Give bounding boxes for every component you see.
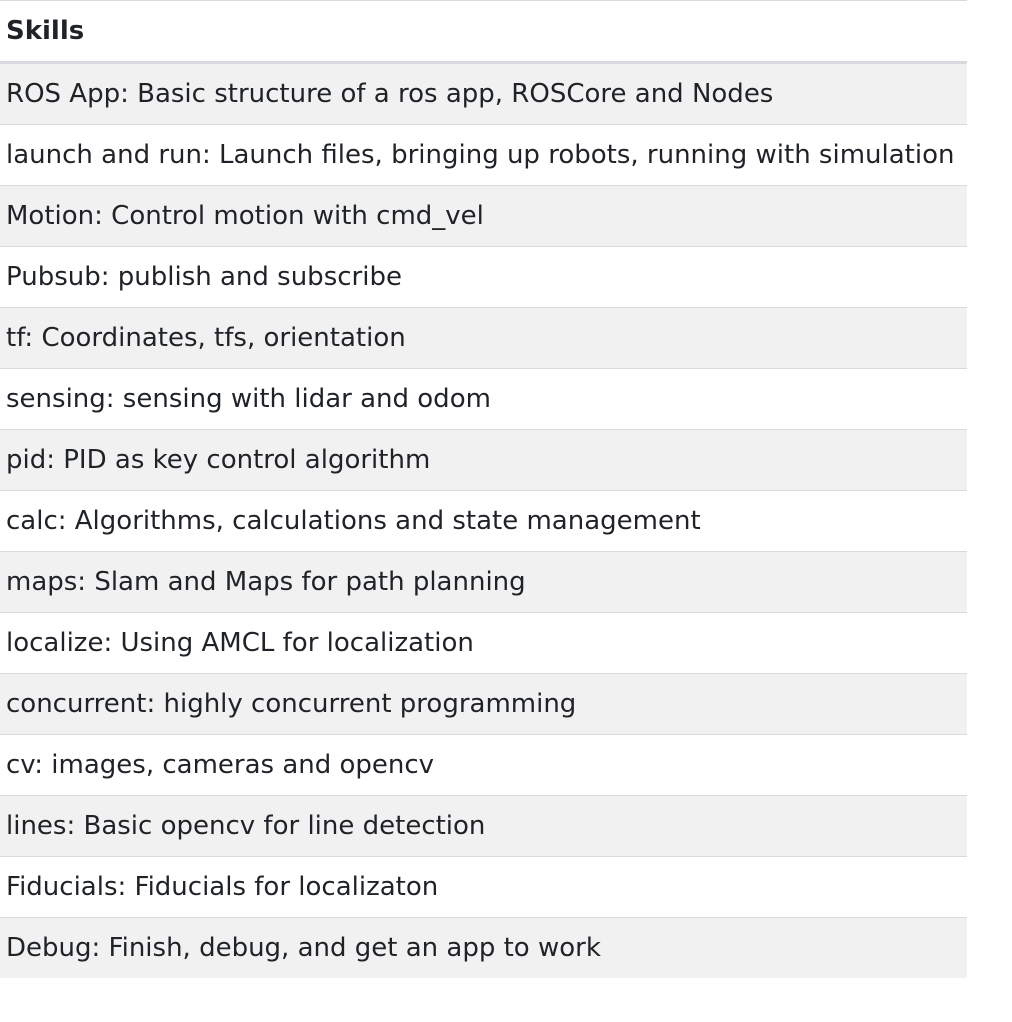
skill-cell: calc: Algorithms, calculations and state… — [0, 490, 967, 552]
table-row: cv: images, cameras and opencv — [0, 734, 967, 796]
table-row: localize: Using AMCL for localization — [0, 612, 967, 674]
skill-cell: cv: images, cameras and opencv — [0, 734, 967, 796]
skill-cell: localize: Using AMCL for localization — [0, 612, 967, 674]
table-row: launch and run: Launch files, bringing u… — [0, 124, 967, 186]
table-row: Fiducials: Fiducials for localizaton — [0, 856, 967, 918]
table-row: Motion: Control motion with cmd_vel — [0, 185, 967, 247]
table-body: ROS App: Basic structure of a ros app, R… — [0, 62, 967, 978]
table-row: lines: Basic opencv for line detection — [0, 795, 967, 857]
skill-cell: launch and run: Launch files, bringing u… — [0, 124, 967, 186]
skill-cell: Motion: Control motion with cmd_vel — [0, 185, 967, 247]
table-row: calc: Algorithms, calculations and state… — [0, 490, 967, 552]
skill-cell: concurrent: highly concurrent programmin… — [0, 673, 967, 735]
skill-cell: lines: Basic opencv for line detection — [0, 795, 967, 857]
table-row: pid: PID as key control algorithm — [0, 429, 967, 491]
skill-cell: pid: PID as key control algorithm — [0, 429, 967, 491]
skill-cell: Fiducials: Fiducials for localizaton — [0, 856, 967, 918]
table-row: sensing: sensing with lidar and odom — [0, 368, 967, 430]
skill-cell: sensing: sensing with lidar and odom — [0, 368, 967, 430]
skill-cell: maps: Slam and Maps for path planning — [0, 551, 967, 613]
table-row: Pubsub: publish and subscribe — [0, 246, 967, 308]
skill-cell: Debug: Finish, debug, and get an app to … — [0, 917, 967, 978]
table-row: ROS App: Basic structure of a ros app, R… — [0, 62, 967, 125]
table-row: concurrent: highly concurrent programmin… — [0, 673, 967, 735]
column-header-skills: Skills — [0, 0, 967, 64]
skill-cell: Pubsub: publish and subscribe — [0, 246, 967, 308]
skill-cell: tf: Coordinates, tfs, orientation — [0, 307, 967, 369]
header-row: Skills — [0, 0, 967, 64]
table-row: Debug: Finish, debug, and get an app to … — [0, 917, 967, 978]
skills-table: Skills ROS App: Basic structure of a ros… — [0, 0, 967, 978]
skill-cell: ROS App: Basic structure of a ros app, R… — [0, 62, 967, 125]
table-row: maps: Slam and Maps for path planning — [0, 551, 967, 613]
table-row: tf: Coordinates, tfs, orientation — [0, 307, 967, 369]
table-header: Skills — [0, 0, 967, 64]
